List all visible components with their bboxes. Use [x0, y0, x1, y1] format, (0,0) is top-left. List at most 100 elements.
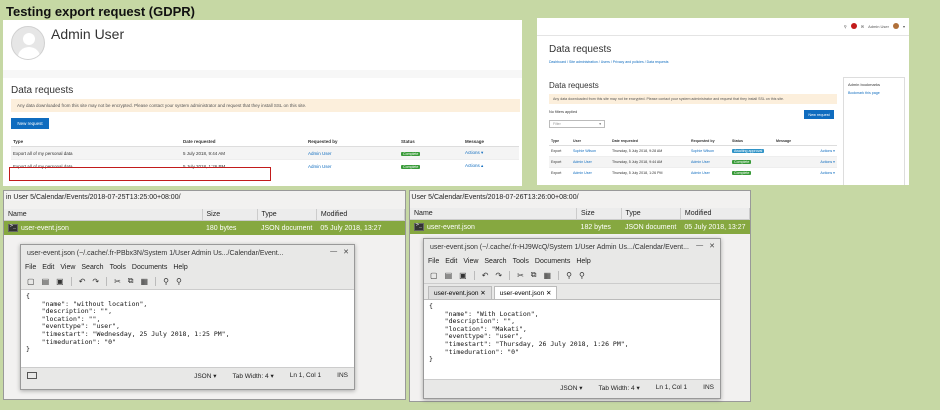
search-icon[interactable]: ⚲ — [844, 24, 847, 29]
requested-by-link[interactable]: Admin User — [308, 151, 332, 156]
find-icon[interactable]: ⚲ — [566, 271, 572, 280]
status-badge: Complete — [401, 151, 421, 156]
requested-by-link[interactable]: Admin User — [308, 164, 332, 169]
chevron-down-icon[interactable]: ▾ — [903, 24, 905, 29]
close-icon[interactable]: ✕ — [343, 248, 349, 256]
menu-edit[interactable]: Edit — [42, 264, 54, 271]
admin-bookmarks-block: Admin bookmarks Bookmark this page — [843, 77, 905, 185]
avatar — [11, 26, 45, 60]
toolbar: ▢ ▤ ▣ ↶ ↷ ✂ ⧉ ▦ ⚲ ⚲ — [424, 267, 720, 284]
menu-documents[interactable]: Documents — [132, 264, 167, 271]
paste-icon[interactable]: ▦ — [141, 277, 149, 286]
cursor-position: Ln 1, Col 1 — [655, 384, 688, 391]
path-bar[interactable]: in User 5/Calendar/Events/2018-07-26T13:… — [410, 191, 750, 204]
tab-width-selector[interactable]: Tab Width: 4 ▾ — [233, 372, 274, 380]
avatar[interactable] — [892, 23, 899, 29]
redo-icon[interactable]: ↷ — [92, 277, 99, 286]
ssl-notice: Any data downloaded from this site may n… — [11, 99, 520, 112]
close-icon[interactable]: ✕ — [709, 242, 715, 250]
actions-menu[interactable]: Actions ▴ — [465, 163, 483, 168]
menu-help[interactable]: Help — [576, 258, 590, 265]
menu-edit[interactable]: Edit — [445, 258, 457, 265]
close-icon[interactable]: ✕ — [480, 290, 485, 297]
replace-icon[interactable]: ⚲ — [176, 277, 182, 286]
tab-document-2[interactable]: user-event.json ✕ — [493, 286, 558, 299]
statusbar: JSON ▾ Tab Width: 4 ▾ Ln 1, Col 1 INS — [424, 379, 720, 395]
undo-icon[interactable]: ↶ — [79, 277, 86, 286]
bookmark-link[interactable]: Bookmark this page — [848, 91, 900, 95]
new-icon[interactable]: ▢ — [430, 271, 438, 280]
table-row: Export all of my personal data 5 July 20… — [11, 146, 519, 160]
open-icon[interactable]: ▤ — [445, 271, 453, 280]
actions-menu[interactable]: Actions ▾ — [820, 160, 835, 164]
cut-icon[interactable]: ✂ — [517, 271, 524, 280]
language-selector[interactable]: JSON ▾ — [560, 384, 582, 392]
minimize-icon[interactable]: — — [330, 248, 337, 256]
status-badge: Complete — [732, 160, 752, 164]
editor-window-left: user-event.json (~/.cache/.fr-PBbx3N/Sys… — [20, 244, 355, 390]
code-editor[interactable]: { "name": "without location", "descripti… — [21, 290, 354, 367]
menubar: File Edit View Search Tools Documents He… — [21, 262, 354, 273]
open-icon[interactable]: ▤ — [42, 277, 50, 286]
new-icon[interactable]: ▢ — [27, 277, 35, 286]
language-selector[interactable]: JSON ▾ — [194, 372, 216, 380]
menu-tools[interactable]: Tools — [513, 258, 529, 265]
col-status: Status — [399, 137, 463, 147]
breadcrumb[interactable]: Dashboard / Site administration / Users … — [549, 60, 668, 64]
filter-input[interactable]: Filter ▾ — [549, 120, 605, 128]
actions-menu[interactable]: Actions ▾ — [820, 171, 835, 175]
menu-view[interactable]: View — [463, 258, 478, 265]
find-icon[interactable]: ⚲ — [163, 277, 169, 286]
sidepanel-icon[interactable] — [27, 372, 37, 379]
menu-search[interactable]: Search — [81, 264, 103, 271]
code-editor[interactable]: { "name": "With Location", "description"… — [424, 300, 720, 379]
menu-documents[interactable]: Documents — [535, 258, 570, 265]
filters-status: No filters applied — [549, 110, 578, 114]
col-by: Requested by — [306, 137, 399, 147]
new-request-button[interactable]: New request — [11, 118, 49, 129]
highlight-box — [9, 167, 271, 181]
file-row[interactable]: user-event.json 180 bytes JSON document … — [4, 220, 405, 235]
copy-icon[interactable]: ⧉ — [128, 276, 134, 286]
statusbar: JSON ▾ Tab Width: 4 ▾ Ln 1, Col 1 INS — [21, 367, 354, 383]
terminal-file-icon — [414, 222, 424, 231]
right-moodle-page: ⚲ ✉ Admin User ▾ Data requests Dashboard… — [537, 18, 909, 185]
path-bar[interactable]: in User 5/Calendar/Events/2018-07-25T13:… — [4, 191, 405, 204]
file-list: Name Size Type Modified user-event.json … — [4, 209, 405, 235]
window-title[interactable]: user-event.json (~/.cache/.fr-HJ9WcQ/Sys… — [424, 239, 720, 256]
menu-file[interactable]: File — [25, 264, 36, 271]
menubar: File Edit View Search Tools Documents He… — [424, 256, 720, 267]
save-icon[interactable]: ▣ — [459, 271, 467, 280]
top-nav: ⚲ ✉ Admin User ▾ — [844, 23, 905, 29]
file-row[interactable]: user-event.json 182 bytes JSON document … — [410, 219, 750, 234]
user-menu-name[interactable]: Admin User — [868, 24, 889, 29]
menu-search[interactable]: Search — [484, 258, 506, 265]
undo-icon[interactable]: ↶ — [482, 271, 489, 280]
notification-icon[interactable] — [850, 23, 857, 29]
message-icon[interactable]: ✉ — [861, 24, 864, 29]
actions-menu[interactable]: Actions ▾ — [820, 149, 835, 153]
menu-help[interactable]: Help — [173, 264, 187, 271]
actions-menu[interactable]: Actions ▾ — [465, 150, 483, 155]
cursor-position: Ln 1, Col 1 — [289, 372, 322, 379]
table-row: Export Sophie Wilson Thursday, 5 July 20… — [549, 145, 837, 157]
new-request-button[interactable]: New request — [804, 110, 834, 119]
file-list: Name Size Type Modified user-event.json … — [410, 208, 750, 234]
tab-document-1[interactable]: user-event.json ✕ — [428, 286, 492, 299]
window-title[interactable]: user-event.json (~/.cache/.fr-PBbx3N/Sys… — [21, 245, 354, 262]
cut-icon[interactable]: ✂ — [114, 277, 121, 286]
section-title: Data requests — [11, 85, 74, 96]
replace-icon[interactable]: ⚲ — [579, 271, 585, 280]
menu-file[interactable]: File — [428, 258, 439, 265]
user-name: Admin User — [51, 26, 125, 42]
close-icon[interactable]: ✕ — [546, 290, 551, 297]
copy-icon[interactable]: ⧉ — [531, 270, 537, 280]
menu-view[interactable]: View — [60, 264, 75, 271]
minimize-icon[interactable]: — — [696, 242, 703, 250]
save-icon[interactable]: ▣ — [56, 277, 64, 286]
section-title: Data requests — [549, 81, 599, 90]
paste-icon[interactable]: ▦ — [544, 271, 552, 280]
menu-tools[interactable]: Tools — [110, 264, 126, 271]
redo-icon[interactable]: ↷ — [495, 271, 502, 280]
tab-width-selector[interactable]: Tab Width: 4 ▾ — [599, 384, 640, 392]
